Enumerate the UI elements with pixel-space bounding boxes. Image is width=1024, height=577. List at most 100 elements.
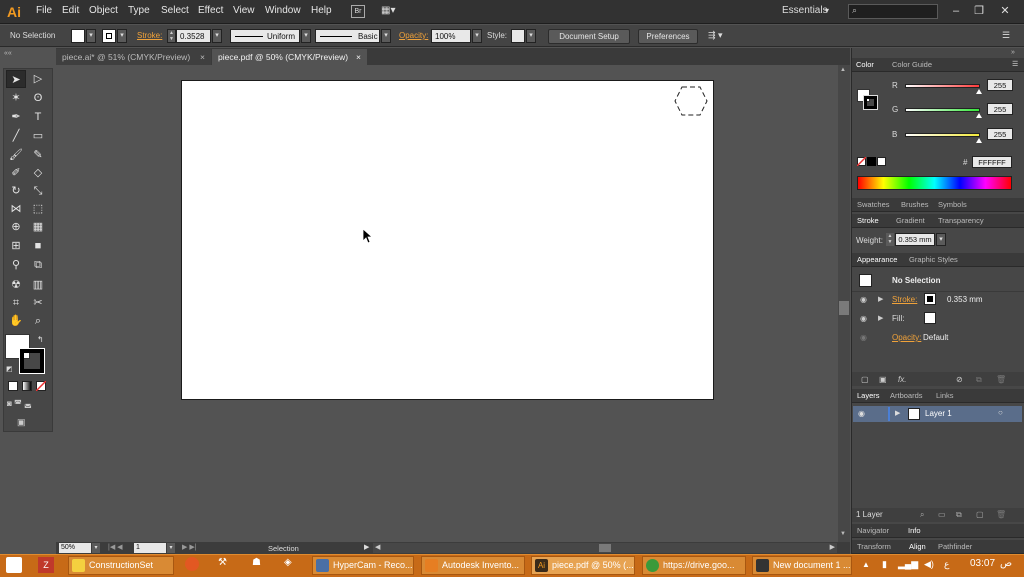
color-stroke-box[interactable] bbox=[863, 95, 878, 110]
task-new-document[interactable]: New document 1 ... bbox=[752, 556, 852, 575]
tray-expand-icon[interactable]: ▲ bbox=[862, 560, 870, 569]
tab-symbols[interactable]: Symbols bbox=[938, 198, 967, 212]
weight-field[interactable]: 0.353 mm bbox=[895, 233, 935, 246]
expand-icon[interactable]: ▶ bbox=[895, 409, 900, 417]
tab-brushes[interactable]: Brushes bbox=[901, 198, 929, 212]
eyedropper-tool-icon[interactable]: ⚲ bbox=[6, 256, 26, 274]
brush-dropdown[interactable]: ▾ bbox=[381, 29, 391, 43]
firefox-icon[interactable] bbox=[185, 557, 199, 571]
r-slider[interactable] bbox=[905, 84, 982, 94]
page-field[interactable]: 1 bbox=[134, 543, 166, 553]
slice-tool-icon[interactable]: ✂ bbox=[28, 294, 48, 312]
lasso-tool-icon[interactable]: ʘ bbox=[28, 89, 48, 107]
expand-icon[interactable]: ▶ bbox=[878, 314, 883, 322]
color-spectrum[interactable] bbox=[857, 176, 1012, 190]
tab-piece-ai[interactable]: piece.ai* @ 51% (CMYK/Preview) × bbox=[56, 49, 211, 65]
menu-effect[interactable]: Effect bbox=[198, 5, 223, 16]
menu-help[interactable]: Help bbox=[311, 5, 332, 16]
perspective-grid-tool-icon[interactable]: ▦ bbox=[28, 218, 48, 236]
zoom-tool-icon[interactable]: ⌕ bbox=[28, 312, 48, 330]
style-dropdown[interactable]: ▾ bbox=[526, 29, 536, 43]
next-page-icon[interactable]: ▶ ▶| bbox=[182, 543, 197, 551]
blend-tool-icon[interactable]: ⧉ bbox=[28, 256, 48, 274]
trash-icon[interactable]: 🗑 bbox=[996, 375, 1006, 384]
mesh-tool-icon[interactable]: ⊞ bbox=[6, 237, 26, 255]
pin-icon[interactable]: ⚒ bbox=[218, 557, 232, 571]
vertical-scrollbar[interactable]: ▲ ▼ bbox=[838, 65, 850, 542]
rotate-tool-icon[interactable]: ↻ bbox=[6, 182, 26, 200]
fx-icon[interactable]: fx. bbox=[898, 375, 906, 384]
tab-appearance[interactable]: Appearance bbox=[857, 253, 897, 267]
appearance-fill-swatch[interactable] bbox=[924, 312, 936, 324]
brush-definition[interactable]: Basic bbox=[315, 29, 380, 43]
eraser-tool-icon[interactable]: ◇ bbox=[28, 164, 48, 182]
tab-color-guide[interactable]: Color Guide bbox=[892, 58, 932, 72]
zoom-dropdown[interactable]: ▾ bbox=[92, 543, 100, 553]
restore-button[interactable]: ❐ bbox=[968, 2, 990, 20]
hexagon-shape[interactable] bbox=[673, 85, 709, 117]
blob-brush-tool-icon[interactable]: ✐ bbox=[6, 164, 26, 182]
fill-swatch[interactable] bbox=[71, 29, 85, 43]
help-search-input[interactable]: ⌕ bbox=[848, 4, 938, 19]
tab-stroke[interactable]: Stroke bbox=[857, 214, 879, 228]
task-autodesk-inventor[interactable]: Autodesk Invento... bbox=[421, 556, 525, 575]
expand-icon[interactable]: ▶ bbox=[878, 295, 883, 303]
tab-artboards[interactable]: Artboards bbox=[890, 389, 923, 403]
gradient-tool-icon[interactable]: ■ bbox=[28, 237, 48, 255]
battery-icon[interactable]: ▮ bbox=[882, 559, 887, 570]
white-swatch[interactable] bbox=[877, 157, 886, 166]
control-menu-icon[interactable]: ☰ bbox=[1002, 30, 1010, 41]
stroke-dropdown[interactable]: ▾ bbox=[117, 29, 127, 43]
minimize-button[interactable]: – bbox=[945, 2, 967, 20]
task-constructionset[interactable]: ConstructionSet bbox=[68, 556, 174, 575]
stroke-color-box[interactable] bbox=[19, 348, 45, 374]
artboard-tool-icon[interactable]: ⌗ bbox=[6, 294, 26, 312]
menu-object[interactable]: Object bbox=[89, 5, 118, 16]
task-chrome[interactable]: https://drive.goo... bbox=[642, 556, 746, 575]
preferences-button[interactable]: Preferences bbox=[638, 29, 698, 44]
task-illustrator[interactable]: Ai piece.pdf @ 50% (... bbox=[531, 556, 635, 575]
r-value[interactable]: 255 bbox=[987, 79, 1013, 91]
page-dropdown[interactable]: ▾ bbox=[167, 543, 175, 553]
new-sublayer-icon[interactable]: ⧉ bbox=[956, 510, 962, 520]
target-icon[interactable]: ○ bbox=[998, 408, 1003, 417]
hex-value-field[interactable]: FFFFFF bbox=[972, 156, 1012, 168]
scroll-right-icon[interactable]: ▶ bbox=[830, 543, 835, 551]
tab-color[interactable]: Color bbox=[856, 58, 874, 72]
none-mode-icon[interactable] bbox=[36, 381, 46, 391]
screen-mode-icon[interactable]: ▣ bbox=[17, 417, 33, 429]
pencil-tool-icon[interactable]: ✎ bbox=[28, 146, 48, 164]
chevron-down-icon[interactable]: ▾ bbox=[825, 6, 829, 15]
scroll-thumb[interactable] bbox=[839, 301, 849, 315]
stroke-swatch[interactable] bbox=[102, 29, 116, 43]
tab-transform[interactable]: Transform bbox=[857, 540, 891, 554]
scroll-up-icon[interactable]: ▲ bbox=[840, 67, 846, 73]
scroll-down-icon[interactable]: ▼ bbox=[840, 531, 846, 537]
document-setup-button[interactable]: Document Setup bbox=[548, 29, 630, 44]
tab-transparency[interactable]: Transparency bbox=[938, 214, 984, 228]
new-layer-icon[interactable]: ▢ bbox=[976, 510, 984, 519]
eye-icon[interactable]: ◉ bbox=[860, 333, 867, 342]
close-icon[interactable]: × bbox=[356, 49, 361, 65]
close-icon[interactable]: × bbox=[200, 49, 205, 65]
swap-colors-icon[interactable]: ↰ bbox=[37, 335, 44, 344]
panel-menu-icon[interactable]: ☰ bbox=[1012, 60, 1018, 68]
style-swatch[interactable] bbox=[511, 29, 525, 43]
arrange-icon[interactable]: ⇶ ▾ bbox=[708, 30, 723, 41]
black-swatch[interactable] bbox=[867, 157, 876, 166]
bridge-icon[interactable]: Br bbox=[351, 5, 365, 18]
zoom-field[interactable]: 50% bbox=[59, 543, 91, 553]
opacity-field[interactable]: 100% bbox=[431, 29, 471, 43]
arrange-documents-icon[interactable]: ▦▾ bbox=[381, 5, 401, 18]
profile-dropdown[interactable]: ▾ bbox=[301, 29, 311, 43]
weight-stepper[interactable]: ▲ ▼ bbox=[886, 233, 894, 246]
gradient-mode-icon[interactable] bbox=[22, 381, 32, 391]
stroke-label[interactable]: Stroke: bbox=[137, 31, 162, 40]
stroke-stepper[interactable]: ▲ ▼ bbox=[167, 29, 176, 43]
rectangle-tool-icon[interactable]: ▭ bbox=[28, 127, 48, 145]
clear-appearance-icon[interactable]: ⊘ bbox=[956, 375, 963, 384]
clipping-mask-icon[interactable]: ▭ bbox=[938, 510, 946, 519]
slider-knob[interactable] bbox=[976, 113, 982, 118]
pen-tool-icon[interactable]: ✒ bbox=[6, 108, 26, 126]
tab-navigator[interactable]: Navigator bbox=[857, 524, 889, 538]
